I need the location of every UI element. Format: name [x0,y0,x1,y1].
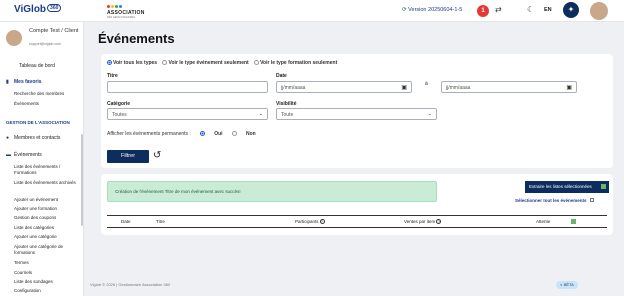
swap-icon[interactable]: ⇄ [495,5,502,14]
avatar[interactable] [590,2,608,20]
help-icon[interactable]: ? [436,219,442,224]
folder-icon: ▬ [6,152,11,158]
sidebar-item-favorites[interactable]: ▮ Mes favoris [6,79,42,85]
notification-icon[interactable]: 1 [477,5,490,17]
sidebar-item-dashboard[interactable]: Tableau de bord [19,63,55,69]
date-label: Date [276,73,287,79]
sidebar-item-add-training-category[interactable]: Ajouter une catégorie de formations [14,244,78,255]
lightbulb-icon[interactable]: ✦ [563,2,579,18]
language-toggle[interactable]: EN [544,7,552,13]
radio-permanent-no[interactable]: Non [231,131,256,137]
association-logo: ASSOCIATION DES GENS D'AFFAIRES [107,4,159,19]
help-icon[interactable]: ? [319,219,325,224]
column-sales-per-item[interactable]: Ventes par item? [404,219,442,224]
sidebar-item-archived[interactable]: Liste des événements archivés [14,180,78,186]
category-select[interactable]: Toutes ⌄ [107,108,268,120]
radio-event-type[interactable]: Voir le type événement seulement [162,60,249,66]
sidebar-item-add-category[interactable]: Ajouter une catégorie [14,234,57,239]
footer-copyright: Viglob © 2026 | Gestionnaire Association… [90,282,171,287]
sidebar-item-events[interactable]: ▬ Événements [6,152,42,158]
date-to-input[interactable]: jj/mm/aaaa ▣ [441,81,577,93]
visibility-label: Visibilité [276,101,297,107]
date-separator: à [425,81,428,87]
column-title[interactable]: Titre [156,219,165,224]
sidebar-item-add-event[interactable]: Ajouter un événement [14,197,58,202]
version-label: ⟳ Version 20250604-1-5 [402,7,463,13]
title-input[interactable] [107,81,268,93]
type-radio-group: Voir tous les types Voir le type événeme… [107,60,341,66]
sidebar-item-members[interactable]: ● Membres et contacts [6,135,60,141]
title-label: Titre [107,73,118,79]
excel-icon[interactable] [571,219,576,224]
filter-panel: Voir tous les types Voir le type événeme… [101,54,613,168]
radio-permanent-yes[interactable]: Oui [200,131,223,137]
notification-count: 1 [477,5,489,17]
radio-training-type[interactable]: Voir le type formation seulement [254,60,337,66]
sidebar: Compte Test / Client support@viglob.com … [0,22,84,296]
select-all-events[interactable]: Sélectionner tout les événements [515,198,594,203]
events-list-panel: Création de l'événement Titre de mon évé… [101,174,613,235]
success-alert: Création de l'événement Titre de mon évé… [107,181,437,202]
table-header: Date Titre Participants? Ventes par item… [107,215,607,228]
sidebar-item-event-list[interactable]: Liste des événements / Formations [14,164,78,175]
extract-lists-button[interactable]: Extraire les listes sélectionnées [525,181,609,193]
excel-icon [601,184,606,189]
sidebar-item-events-fav[interactable]: Événements [14,101,39,106]
sidebar-item-configuration[interactable]: Configuration [14,288,41,293]
sidebar-item-emails[interactable]: Courriels [14,270,32,275]
column-waiting[interactable]: Attente [536,219,550,224]
sidebar-item-add-training[interactable]: Ajouter une formation [14,206,57,211]
select-all-checkbox[interactable] [589,198,594,202]
user-email: support@viglob.com [29,42,61,46]
column-participants[interactable]: Participants? [295,219,325,224]
top-bar: ViGlob 360 ASSOCIATION DES GENS D'AFFAIRE… [0,0,624,22]
sidebar-scrollbar[interactable] [81,134,83,226]
dark-mode-icon[interactable]: ☾ [527,5,534,14]
sidebar-section-title: GESTION DE L'ASSOCIATION [6,120,70,125]
sidebar-item-search-members[interactable]: Recherche des membres [14,91,64,96]
calendar-icon[interactable]: ▣ [401,84,407,91]
users-icon: ● [6,135,10,141]
sidebar-item-categories[interactable]: Liste des catégories [14,225,54,230]
page-title: Événements [98,31,175,46]
sidebar-item-coupons[interactable]: Gestion des coupons [14,215,56,220]
sidebar-item-surveys[interactable]: Liste des sondages [14,279,53,284]
user-avatar [6,30,22,46]
sidebar-item-terms[interactable]: Termes [14,260,29,265]
chevron-down-icon: ⌄ [427,111,432,117]
user-name: Compte Test / Client [29,28,79,34]
visibility-select[interactable]: Toute ⌄ [276,108,437,120]
radio-all-types[interactable]: Voir tous les types [107,60,157,66]
filter-button[interactable]: Filtrer [107,150,149,163]
viglob-logo[interactable]: ViGlob 360 [14,4,62,15]
calendar-icon[interactable]: ▣ [566,84,572,91]
beta-badge[interactable]: ◐ BÊTA [556,281,578,289]
bookmark-icon: ▮ [6,79,9,85]
date-from-input[interactable]: jj/mm/aaaa ▣ [276,81,412,93]
category-label: Catégorie [107,101,131,107]
column-date[interactable]: Date [121,219,131,224]
chevron-down-icon: ⌄ [258,111,263,117]
permanent-events-row: Afficher les événements permanents : Oui… [107,131,256,137]
reset-icon[interactable]: ↺ [153,150,161,162]
